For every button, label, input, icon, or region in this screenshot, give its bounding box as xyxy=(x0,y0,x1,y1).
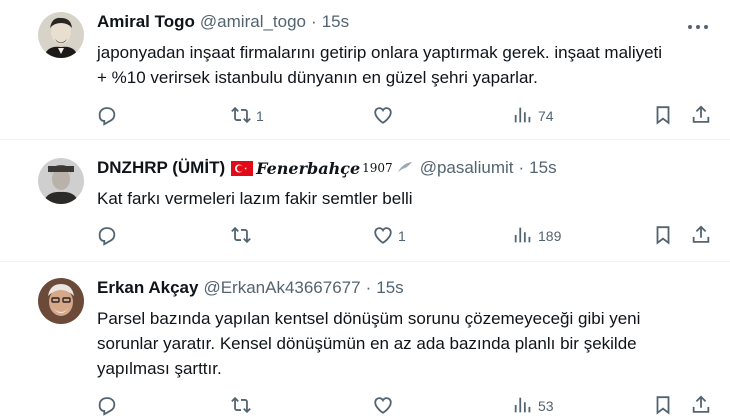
like-button[interactable]: 1 xyxy=(372,224,406,248)
display-name-decoration: Fenerbahçe xyxy=(256,158,361,178)
tweet-header: DNZHRP (ÜMİT) Fenerbahçe 1907 @pasaliumi… xyxy=(97,158,557,178)
turkish-flag-icon xyxy=(231,160,254,176)
tweet-header: Erkan Akçay @ErkanAk43667677 · 15s xyxy=(97,278,404,298)
bookmark-icon xyxy=(652,104,674,129)
tweet-text-line: yapılması şarttır. xyxy=(97,359,222,378)
reply-button[interactable] xyxy=(96,104,122,128)
bookmark-button[interactable] xyxy=(652,104,674,128)
display-name[interactable]: Amiral Togo xyxy=(97,12,195,32)
tweet-text-line: Kat farkı vermeleri lazım fakir semtler … xyxy=(97,189,413,208)
tweet-text-line: japonyadan inşaat firmalarını getirip on… xyxy=(97,43,663,62)
views-count: 74 xyxy=(538,108,554,124)
views-button[interactable]: 74 xyxy=(512,104,554,128)
share-icon xyxy=(690,394,712,419)
user-handle[interactable]: @amiral_togo xyxy=(200,12,306,32)
timestamp[interactable]: 15s xyxy=(376,278,403,298)
timestamp[interactable]: 15s xyxy=(529,158,556,178)
tweet-text-line: + %10 verirsek istanbulu dünyanın en güz… xyxy=(97,68,538,87)
tweet-text: japonyadan inşaat firmalarını getirip on… xyxy=(97,40,690,90)
retweet-button[interactable] xyxy=(230,394,256,418)
reply-button[interactable] xyxy=(96,224,122,248)
tweet[interactable]: DNZHRP (ÜMİT) Fenerbahçe 1907 @pasaliumi… xyxy=(0,140,730,262)
user-handle[interactable]: @pasaliumit xyxy=(420,158,514,178)
feather-icon xyxy=(397,161,413,176)
avatar[interactable] xyxy=(38,278,84,324)
share-button[interactable] xyxy=(690,104,712,128)
display-name[interactable]: Erkan Akçay xyxy=(97,278,198,298)
bookmark-button[interactable] xyxy=(652,394,674,418)
retweet-icon xyxy=(230,394,252,419)
avatar[interactable] xyxy=(38,12,84,58)
reply-icon xyxy=(96,394,118,419)
like-button[interactable] xyxy=(372,104,398,128)
tweet-text-line: Parsel bazında yapılan kentsel dönüşüm s… xyxy=(97,309,641,328)
views-chart-icon xyxy=(512,224,534,249)
reply-icon xyxy=(96,224,118,249)
retweet-count: 1 xyxy=(256,108,264,124)
timestamp[interactable]: 15s xyxy=(322,12,349,32)
more-options-icon[interactable] xyxy=(686,18,710,29)
user-handle[interactable]: @ErkanAk43667677 xyxy=(203,278,360,298)
tweet-text: Kat farkı vermeleri lazım fakir semtler … xyxy=(97,186,690,211)
views-chart-icon xyxy=(512,104,534,129)
retweet-icon xyxy=(230,104,252,129)
avatar[interactable] xyxy=(38,158,84,204)
heart-icon xyxy=(372,224,394,249)
tweet-text-line: sorunlar yaratır. Kensel dönüşümün en az… xyxy=(97,334,637,353)
tweet-actions: 1 74 xyxy=(0,104,730,128)
views-chart-icon xyxy=(512,394,534,419)
share-icon xyxy=(690,224,712,249)
heart-icon xyxy=(372,104,394,129)
views-button[interactable]: 189 xyxy=(512,224,561,248)
tweet-header: Amiral Togo @amiral_togo · 15s xyxy=(97,12,349,32)
display-name[interactable]: DNZHRP (ÜMİT) xyxy=(97,158,225,178)
tweet-text: Parsel bazında yapılan kentsel dönüşüm s… xyxy=(97,306,690,381)
like-count: 1 xyxy=(398,228,406,244)
bookmark-icon xyxy=(652,224,674,249)
tweet-feed: Amiral Togo @amiral_togo · 15s japonyada… xyxy=(0,0,730,420)
tweet[interactable]: Amiral Togo @amiral_togo · 15s japonyada… xyxy=(0,0,730,140)
bookmark-button[interactable] xyxy=(652,224,674,248)
heart-icon xyxy=(372,394,394,419)
reply-button[interactable] xyxy=(96,394,122,418)
display-name-decoration-number: 1907 xyxy=(362,161,393,175)
share-button[interactable] xyxy=(690,394,712,418)
bookmark-icon xyxy=(652,394,674,419)
retweet-button[interactable] xyxy=(230,224,256,248)
views-button[interactable]: 53 xyxy=(512,394,554,418)
like-button[interactable] xyxy=(372,394,398,418)
share-icon xyxy=(690,104,712,129)
views-count: 53 xyxy=(538,398,554,414)
tweet-actions: 53 xyxy=(0,394,730,418)
separator-dot: · xyxy=(365,278,372,297)
tweet[interactable]: Erkan Akçay @ErkanAk43667677 · 15s Parse… xyxy=(0,262,730,420)
separator-dot: · xyxy=(311,12,317,31)
tweet-actions: 1 189 xyxy=(0,224,730,248)
views-count: 189 xyxy=(538,228,562,244)
retweet-icon xyxy=(230,224,252,249)
separator-dot: · xyxy=(518,158,525,177)
share-button[interactable] xyxy=(690,224,712,248)
reply-icon xyxy=(96,104,118,129)
retweet-button[interactable]: 1 xyxy=(230,104,264,128)
